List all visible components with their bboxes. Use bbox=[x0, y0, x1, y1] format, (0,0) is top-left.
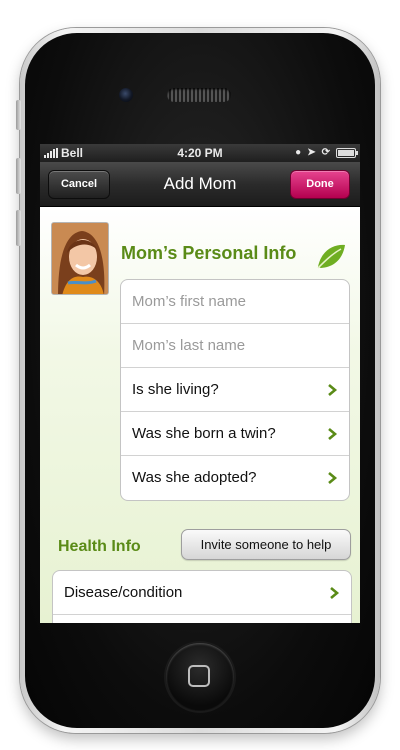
battery-icon bbox=[336, 147, 358, 158]
personal-info-heading: Mom’s Personal Info bbox=[121, 243, 297, 263]
status-bar: Bell 4:20 PM ● ➤ ⟳ bbox=[40, 144, 360, 162]
last-name-field[interactable]: Mom’s last name bbox=[121, 324, 349, 368]
row-label: Disease/condition bbox=[64, 584, 183, 601]
invite-helper-button[interactable]: Invite someone to help bbox=[181, 529, 351, 560]
alarm-icon: ● bbox=[295, 147, 302, 158]
front-camera bbox=[119, 88, 133, 102]
portrait-image bbox=[52, 223, 108, 294]
chevron-right-icon bbox=[328, 428, 338, 440]
home-button-icon bbox=[188, 665, 210, 687]
volume-down-button bbox=[16, 210, 21, 246]
volume-up-button bbox=[16, 158, 21, 194]
personal-info-group: Mom’s first name Mom’s last name Is she … bbox=[120, 279, 350, 501]
list-item[interactable] bbox=[53, 615, 351, 623]
chevron-right-icon bbox=[328, 384, 338, 396]
app-screen: Bell 4:20 PM ● ➤ ⟳ Cancel Add Mom Done M… bbox=[40, 144, 360, 623]
is-living-row[interactable]: Is she living? bbox=[121, 368, 349, 412]
mom-photo[interactable] bbox=[51, 222, 109, 295]
chevron-right-icon bbox=[330, 587, 340, 599]
ringer-switch bbox=[16, 100, 21, 130]
rotation-lock-icon: ⟳ bbox=[321, 147, 330, 158]
disease-condition-row[interactable]: Disease/condition bbox=[53, 571, 351, 615]
adopted-row[interactable]: Was she adopted? bbox=[121, 456, 349, 500]
earpiece-speaker bbox=[167, 88, 231, 102]
row-label: Was she adopted? bbox=[132, 469, 257, 486]
health-info-group: Disease/condition bbox=[52, 570, 352, 623]
row-label: Was she born a twin? bbox=[132, 425, 276, 442]
status-icons: ● ➤ ⟳ bbox=[295, 147, 358, 158]
form-content: Mom’s Personal Info Mom’s first name Mom… bbox=[40, 207, 360, 623]
leaf-icon bbox=[317, 244, 345, 269]
navigation-bar: Cancel Add Mom Done bbox=[40, 162, 360, 207]
first-name-field[interactable]: Mom’s first name bbox=[121, 280, 349, 324]
home-button[interactable] bbox=[166, 643, 234, 711]
health-info-heading: Health Info bbox=[58, 538, 141, 555]
location-arrow-icon: ➤ bbox=[307, 147, 316, 158]
row-label: Is she living? bbox=[132, 381, 219, 398]
chevron-right-icon bbox=[328, 472, 338, 484]
born-twin-row[interactable]: Was she born a twin? bbox=[121, 412, 349, 456]
done-button[interactable]: Done bbox=[290, 170, 350, 199]
